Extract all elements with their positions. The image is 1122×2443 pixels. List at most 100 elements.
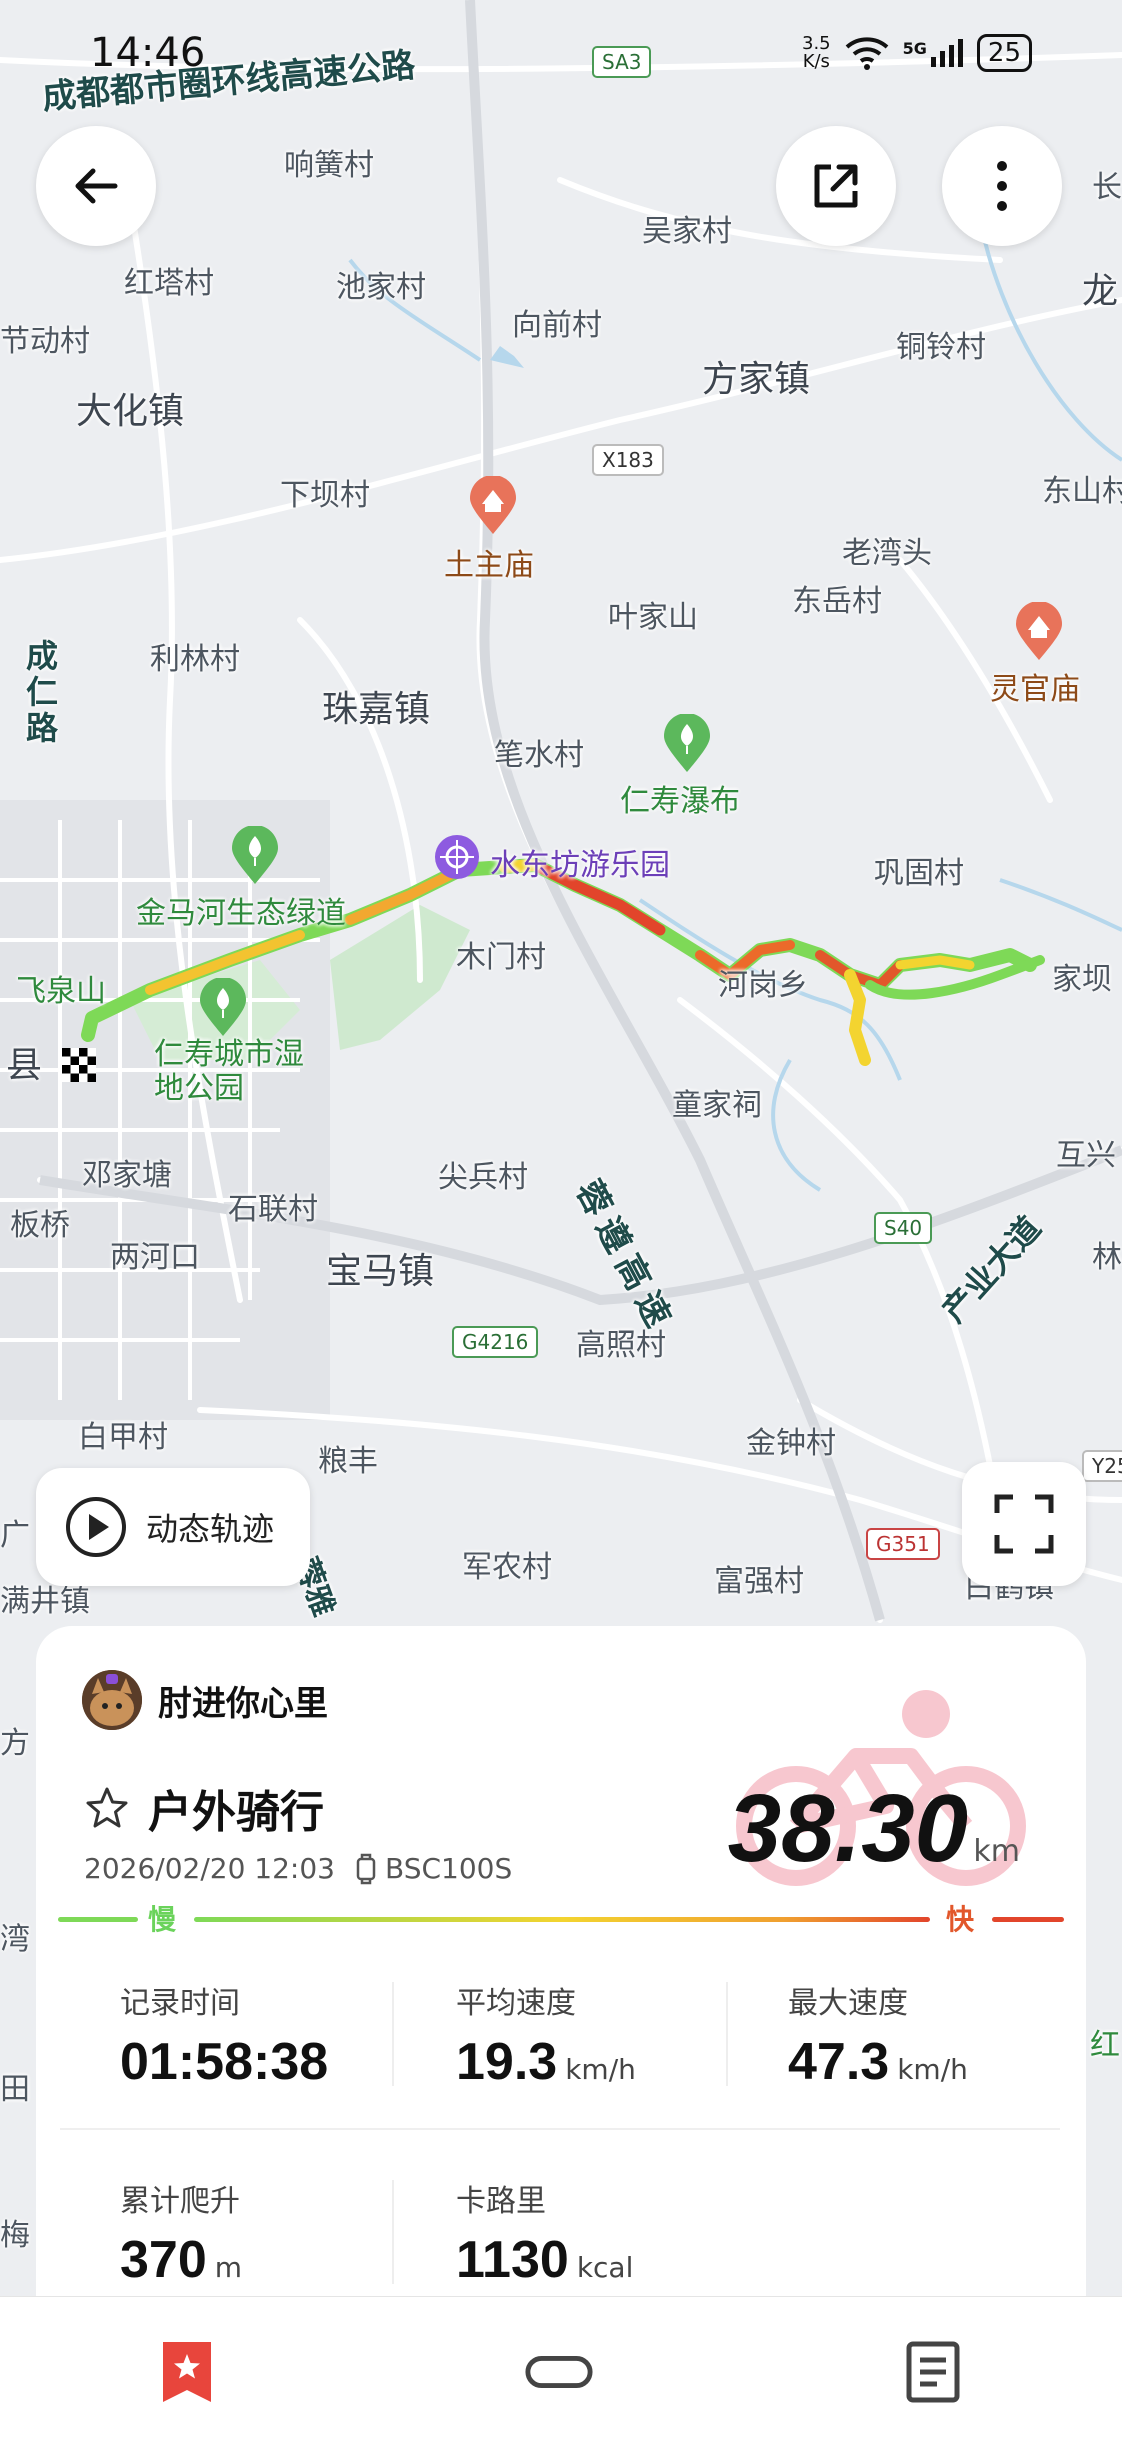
back-arrow-icon [75,168,118,204]
temple-marker-icon [470,476,516,534]
wifi-icon [845,37,888,70]
village-label: 两河口 [110,1240,200,1275]
play-icon [66,1497,126,1557]
town-label: 县 [6,1045,43,1086]
status-time: 14:46 [90,30,206,76]
village-label: 木门村 [456,940,546,975]
poi-label: 仁寿城市湿地公园 [154,1037,304,1106]
town-label: 大化镇 [76,391,185,432]
nav-report[interactable] [898,2337,968,2407]
avatar[interactable] [82,1670,142,1730]
finish-flag-icon [62,1048,96,1082]
more-options-button[interactable] [942,126,1062,246]
road-shield: X183 [592,444,664,476]
temple-marker-icon [1016,602,1062,660]
village-label: 高照村 [576,1328,666,1363]
road-label: 成仁路 [26,637,59,747]
nav-favorites[interactable] [152,2337,222,2407]
star-outline-icon[interactable] [84,1785,130,1831]
village-label: 东山村 [1042,474,1122,509]
device-tab-icon [525,2355,593,2389]
stat-max-speed: 最大速度 47.3 km/h [788,1986,968,2091]
village-label: 白甲村 [78,1420,168,1455]
village-label: 东岳村 [792,584,882,619]
network-speed: 3.5 K/s [802,33,831,72]
village-label: 铜铃村 [896,330,986,365]
legend-fast-label: 快 [945,1903,974,1936]
village-label: 巩固村 [874,856,964,891]
cellular-signal-icon: 5G [903,39,963,67]
road-shield: Y25 [1082,1450,1122,1482]
battery-indicator: 25 [976,34,1032,72]
replay-track-button[interactable]: 动态轨迹 [36,1468,310,1586]
activity-type: 户外骑行 [148,1787,324,1838]
device-info: BSC100S [355,1852,512,1885]
village-label: 梅 [0,2218,30,2253]
village-label: 长 [1092,170,1122,205]
village-label: 粮丰 [318,1444,378,1479]
speed-legend: 慢 快 [58,1896,1064,1940]
village-label: 家坝 [1052,962,1112,997]
village-label: 响簧村 [284,148,374,183]
more-vertical-icon [997,161,1007,211]
village-label: 方 [0,1726,30,1761]
village-label: 笔水村 [494,738,584,773]
village-label: 红塔村 [124,266,214,301]
village-label: 金钟村 [746,1426,836,1461]
park-marker-icon [200,978,246,1036]
poi-label: 飞泉山 [16,974,106,1009]
stat-avg-speed: 平均速度 19.3 km/h [456,1986,636,2091]
village-label: 利林村 [150,642,240,677]
poi-label: 水东坊游乐园 [490,848,670,883]
village-label: 邓家塘 [82,1158,172,1193]
village-label: 池家村 [336,270,426,305]
amusement-park-marker-icon [435,835,479,879]
village-label: 广 [0,1518,30,1553]
poi-label: 灵官庙 [990,672,1080,707]
village-label: 富强村 [714,1564,804,1599]
village-label: 湾 [0,1922,30,1957]
village-label: 下坝村 [280,478,370,513]
stat-calories: 卡路里 1130 kcal [456,2184,634,2289]
village-label: 林 [1092,1240,1122,1275]
village-label: 吴家村 [642,214,732,249]
share-button[interactable] [776,126,896,246]
nav-device[interactable] [524,2337,594,2407]
replay-track-label: 动态轨迹 [146,1510,275,1548]
village-label: 军农村 [462,1550,552,1585]
village-label: 尖兵村 [438,1160,528,1195]
user-row: 肘进你心里 [82,1670,328,1730]
village-label: 童家祠 [672,1088,762,1123]
village-label: 老湾头 [842,536,932,571]
town-label: 龙 [1082,271,1119,312]
village-label: 石联村 [228,1192,318,1227]
town-label: 珠嘉镇 [322,689,431,730]
poi-label: 仁寿瀑布 [620,784,740,819]
report-tab-icon [906,2341,960,2403]
town-label: 方家镇 [702,359,811,400]
fullscreen-button[interactable] [962,1462,1086,1586]
village-label: 红 [1090,2028,1120,2063]
village-label: 节动村 [0,324,90,359]
back-button[interactable] [36,126,156,246]
username: 肘进你心里 [158,1683,328,1724]
village-label: 互兴 [1056,1138,1116,1173]
poi-label: 河岗乡 [718,968,808,1003]
village-label: 向前村 [512,308,602,343]
waterfall-marker-icon [664,714,710,772]
bottom-navigation [0,2296,1122,2443]
legend-slow-label: 慢 [148,1903,177,1936]
highway-shield: G4216 [452,1326,539,1358]
activity-summary-card: 肘进你心里 户外骑行 2026/02/20 12:03 BSC100S 38.3… [36,1626,1086,2296]
activity-datetime: 2026/02/20 12:03 [84,1852,335,1885]
poi-label: 金马河生态绿道 [136,896,346,931]
favorites-tab-icon [163,2342,211,2402]
status-bar: 14:46 3.5 K/s 5G 25 [0,0,1122,110]
poi-label: 土主庙 [444,548,534,583]
stat-duration: 记录时间 01:58:38 [120,1986,329,2091]
village-label: 田 [0,2072,30,2107]
village-label: 叶家山 [608,600,698,635]
stat-elevation-gain: 累计爬升 370 m [120,2184,243,2289]
park-marker-icon [232,826,278,884]
watch-icon [356,1853,376,1884]
